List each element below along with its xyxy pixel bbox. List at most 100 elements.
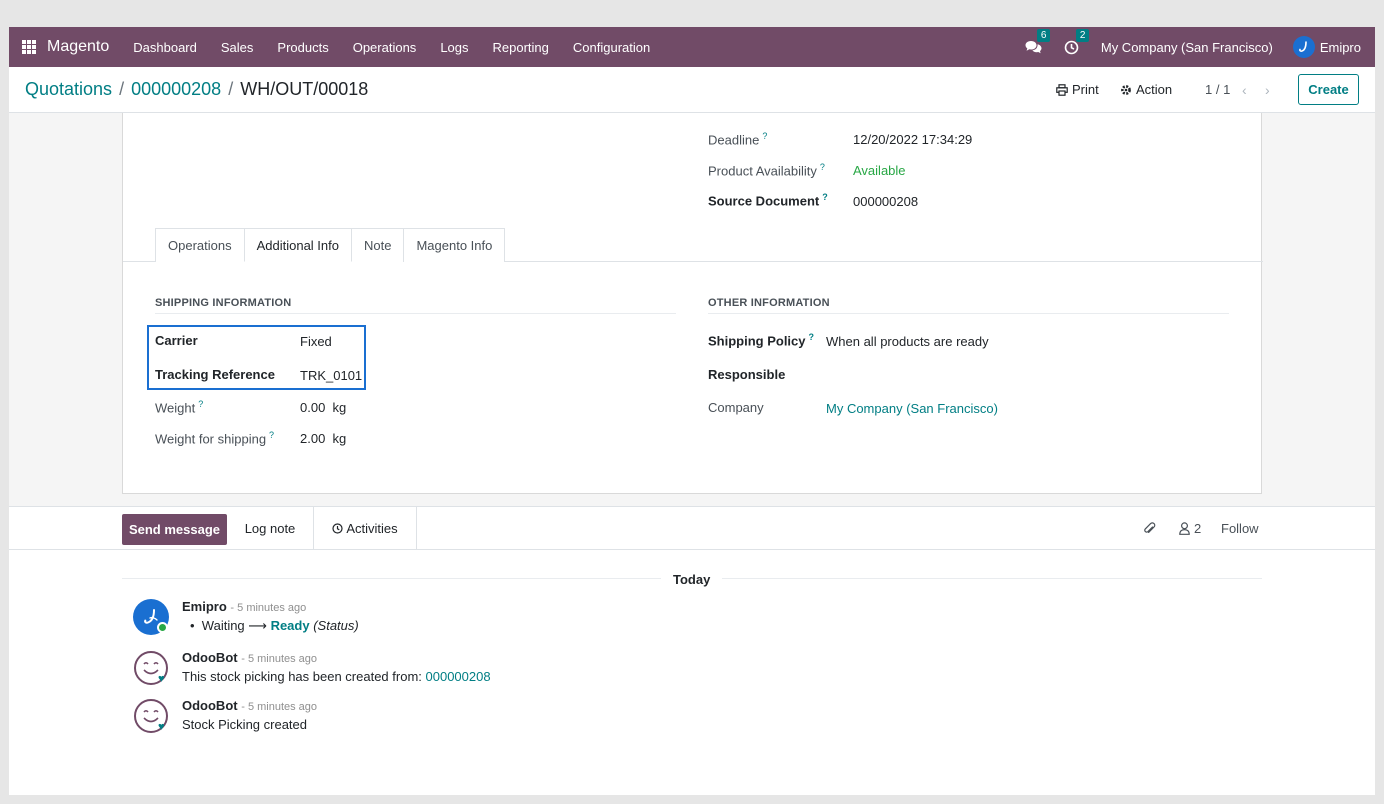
- field-name: (Status): [313, 618, 359, 633]
- tab-magento-info[interactable]: Magento Info: [403, 228, 506, 262]
- follow-button[interactable]: Follow: [1221, 507, 1259, 550]
- app-window: Magento Dashboard Sales Products Operati…: [9, 27, 1375, 795]
- menu-operations[interactable]: Operations: [341, 40, 429, 55]
- message-author[interactable]: Emipro: [182, 599, 227, 614]
- notebook-tabs: Operations Additional Info Note Magento …: [155, 228, 506, 262]
- paperclip-icon: [1144, 521, 1156, 533]
- messages-badge: 6: [1036, 29, 1051, 42]
- weight-shipping-label: Weight for shipping?: [155, 430, 275, 447]
- breadcrumb-quotations[interactable]: Quotations: [25, 79, 112, 100]
- source-document-label: Source Document?: [708, 192, 828, 209]
- tracking-change: • Waiting ⟶ Ready (Status): [182, 618, 359, 634]
- bullet-icon: •: [190, 618, 195, 633]
- pager-next-icon[interactable]: ›: [1265, 82, 1270, 98]
- activities-button[interactable]: Activities: [314, 507, 417, 550]
- help-icon[interactable]: ?: [269, 430, 274, 440]
- message-text: Stock Picking created: [182, 717, 308, 732]
- followers-button[interactable]: 2: [1179, 507, 1201, 550]
- form-sheet: Deadline? 12/20/2022 17:34:29 Product Av…: [122, 113, 1263, 494]
- help-icon[interactable]: ?: [822, 192, 828, 202]
- company-switcher[interactable]: My Company (San Francisco): [1101, 40, 1273, 55]
- activities-badge: 2: [1075, 28, 1090, 42]
- clock-icon: [332, 523, 343, 534]
- menu-configuration[interactable]: Configuration: [561, 40, 662, 55]
- chatter-topbar: Send message Log note Activities 2 Follo…: [9, 506, 1375, 550]
- message-body: OdooBot - 5 minutes ago Stock Picking cr…: [182, 698, 317, 732]
- online-status-icon: [157, 622, 168, 633]
- log-note-button[interactable]: Log note: [227, 507, 314, 550]
- tracking-reference-label: Tracking Reference: [155, 367, 275, 382]
- create-button[interactable]: Create: [1298, 74, 1359, 105]
- menu-products[interactable]: Products: [265, 40, 340, 55]
- attachments-button[interactable]: [1143, 507, 1156, 550]
- menu-dashboard[interactable]: Dashboard: [121, 40, 209, 55]
- other-section-title: OTHER INFORMATION: [708, 297, 830, 309]
- tracking-reference-value[interactable]: TRK_0101: [300, 368, 362, 383]
- followers-count: 2: [1194, 521, 1202, 536]
- pager-previous-icon[interactable]: ‹: [1242, 82, 1247, 98]
- send-message-button[interactable]: Send message: [122, 514, 227, 545]
- print-button[interactable]: Print: [1056, 82, 1099, 97]
- carrier-value[interactable]: Fixed: [300, 334, 332, 349]
- section-divider: [708, 313, 1229, 314]
- shipping-policy-label: Shipping Policy?: [708, 332, 815, 349]
- tab-note[interactable]: Note: [351, 228, 405, 262]
- message-time: - 5 minutes ago: [230, 602, 307, 614]
- menu-reporting[interactable]: Reporting: [481, 40, 561, 55]
- tab-operations[interactable]: Operations: [155, 228, 245, 262]
- company-label: Company: [708, 400, 764, 415]
- message-time: - 5 minutes ago: [241, 653, 318, 665]
- message-body: OdooBot - 5 minutes ago This stock picki…: [182, 650, 491, 684]
- activities-systray[interactable]: 2: [1064, 28, 1090, 55]
- message-author[interactable]: OdooBot: [182, 650, 238, 665]
- breadcrumb-order[interactable]: 000000208: [131, 79, 221, 100]
- source-order-link[interactable]: 000000208: [426, 669, 491, 684]
- old-value: Waiting: [201, 618, 245, 633]
- messages-systray[interactable]: 6: [1025, 29, 1051, 54]
- print-label: Print: [1072, 82, 1099, 97]
- top-navbar: Magento Dashboard Sales Products Operati…: [9, 27, 1375, 67]
- shipping-policy-value[interactable]: When all products are ready: [826, 334, 989, 349]
- clock-icon: [1064, 40, 1079, 54]
- message-text: This stock picking has been created from…: [182, 669, 491, 684]
- weight-label: Weight?: [155, 399, 204, 416]
- help-icon[interactable]: ?: [809, 332, 815, 342]
- source-document-value[interactable]: 000000208: [853, 194, 918, 209]
- menu-logs[interactable]: Logs: [428, 40, 480, 55]
- company-value[interactable]: My Company (San Francisco): [826, 401, 998, 416]
- user-icon: [1179, 522, 1190, 535]
- app-brand[interactable]: Magento: [47, 38, 109, 56]
- activities-label: Activities: [346, 521, 398, 536]
- shipping-section-title: SHIPPING INFORMATION: [155, 297, 292, 309]
- gear-icon: [1121, 84, 1131, 95]
- new-value: Ready: [270, 618, 310, 633]
- availability-value: Available: [853, 163, 906, 178]
- user-name[interactable]: Emipro: [1320, 40, 1361, 55]
- form-view: Deadline? 12/20/2022 17:34:29 Product Av…: [9, 113, 1375, 506]
- action-button[interactable]: Action: [1120, 82, 1172, 97]
- message-time: - 5 minutes ago: [241, 701, 318, 713]
- weight-shipping-value[interactable]: 2.00 kg: [300, 431, 346, 446]
- heart-icon: ♥: [158, 721, 165, 733]
- menu-sales[interactable]: Sales: [209, 40, 266, 55]
- help-icon[interactable]: ?: [198, 399, 203, 409]
- chat-icon: [1025, 41, 1042, 54]
- deadline-value[interactable]: 12/20/2022 17:34:29: [853, 132, 972, 147]
- apps-grid-icon[interactable]: [22, 40, 36, 54]
- carrier-label: Carrier: [155, 333, 198, 348]
- today-label: Today: [661, 572, 723, 587]
- breadcrumb: Quotations / 000000208 / WH/OUT/00018: [25, 79, 368, 100]
- user-avatar[interactable]: [1292, 36, 1315, 58]
- message-author[interactable]: OdooBot: [182, 698, 238, 713]
- help-icon[interactable]: ?: [762, 131, 767, 141]
- tab-additional-info[interactable]: Additional Info: [243, 228, 352, 262]
- weight-value[interactable]: 0.00 kg: [300, 400, 346, 415]
- message-body: Emipro - 5 minutes ago • Waiting ⟶ Ready…: [182, 599, 359, 634]
- breadcrumb-separator: /: [228, 79, 234, 99]
- help-icon[interactable]: ?: [820, 162, 825, 172]
- responsible-label: Responsible: [708, 367, 786, 382]
- breadcrumb-separator: /: [119, 79, 125, 99]
- pager-value[interactable]: 1 / 1: [1205, 82, 1230, 97]
- breadcrumb-current: WH/OUT/00018: [240, 79, 369, 99]
- control-panel: Quotations / 000000208 / WH/OUT/00018 Pr…: [9, 67, 1375, 113]
